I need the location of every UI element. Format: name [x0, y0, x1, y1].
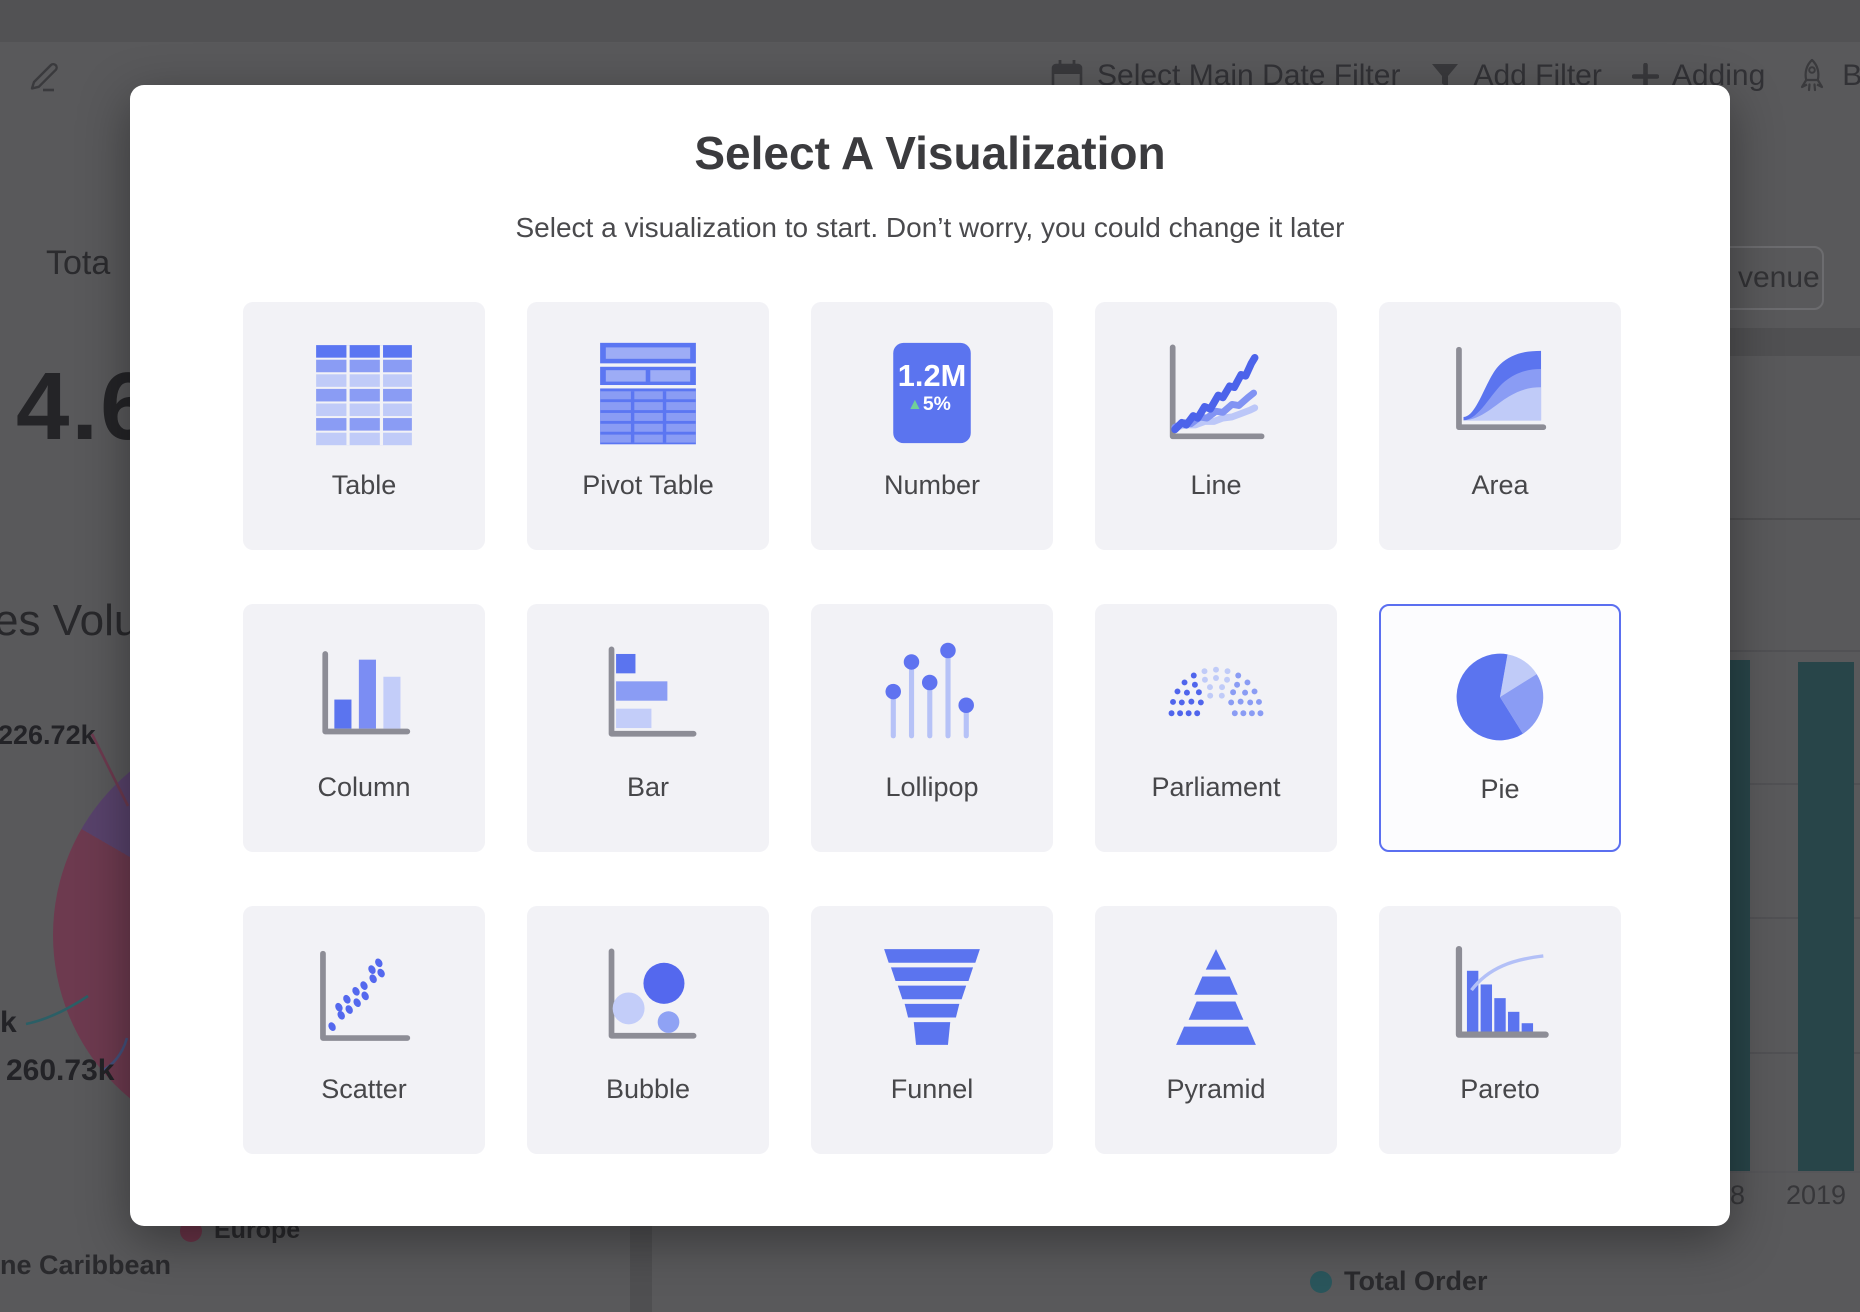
viz-tile-label: Column	[243, 772, 485, 803]
horizontal-rule-fragment	[1726, 518, 1860, 520]
funnel-chart-icon	[875, 940, 989, 1054]
viz-tile-pivot-table[interactable]: Pivot Table	[527, 302, 769, 550]
scatter-chart-icon	[307, 940, 421, 1054]
viz-tile-label: Bar	[527, 772, 769, 803]
modal-subtitle: Select a visualization to start. Don’t w…	[130, 212, 1730, 244]
revenue-button-label: venue	[1738, 261, 1820, 295]
pie-chart-icon	[1443, 640, 1557, 754]
bar-chart-axis-line	[1722, 1171, 1860, 1173]
viz-tile-funnel[interactable]: Funnel	[811, 906, 1053, 1154]
x-axis-label-2019: 2019	[1786, 1180, 1846, 1211]
x-axis-label-2018-fragment: 8	[1730, 1180, 1745, 1211]
number-icon-value: 1.2M	[898, 358, 966, 393]
parliament-chart-icon	[1159, 638, 1273, 752]
pie-slice-label-mid: k	[0, 1006, 17, 1040]
viz-tile-pareto[interactable]: Pareto	[1379, 906, 1621, 1154]
pie-slice-label-bottom: 260.73k	[6, 1054, 114, 1088]
viz-tile-label: Number	[811, 470, 1053, 501]
viz-tile-pyramid[interactable]: Pyramid	[1095, 906, 1337, 1154]
legend-item-total-order[interactable]: Total Order	[1310, 1266, 1488, 1297]
kpi-card-title-fragment: Tota	[46, 244, 110, 283]
viz-tile-area[interactable]: Area	[1379, 302, 1621, 550]
boost-button[interactable]: B	[1795, 57, 1860, 95]
pivot-table-icon	[591, 336, 705, 450]
edit-name-button[interactable]	[24, 50, 68, 94]
viz-tile-label: Line	[1095, 470, 1337, 501]
viz-tile-label: Pareto	[1379, 1074, 1621, 1105]
viz-tile-scatter[interactable]: Scatter	[243, 906, 485, 1154]
viz-tile-pie[interactable]: Pie	[1379, 604, 1621, 852]
viz-tile-label: Scatter	[243, 1074, 485, 1105]
viz-tile-bubble[interactable]: Bubble	[527, 906, 769, 1154]
viz-tile-parliament[interactable]: Parliament	[1095, 604, 1337, 852]
viz-tile-label: Lollipop	[811, 772, 1053, 803]
total-order-legend-dot	[1310, 1271, 1332, 1293]
sales-volume-title-fragment: es Volu	[0, 596, 138, 646]
bubble-chart-icon	[591, 940, 705, 1054]
visualization-grid: Table	[243, 302, 1621, 1154]
legend-item-caribbean: ne Caribbean	[0, 1250, 171, 1281]
bar-chart-icon	[591, 638, 705, 752]
viz-tile-label: Bubble	[527, 1074, 769, 1105]
rocket-icon	[1795, 57, 1829, 95]
viz-tile-label: Pivot Table	[527, 470, 769, 501]
viz-tile-label: Funnel	[811, 1074, 1053, 1105]
viz-tile-bar[interactable]: Bar	[527, 604, 769, 852]
pareto-chart-icon	[1443, 940, 1557, 1054]
number-icon: 1.2M 5%	[875, 336, 989, 450]
viz-tile-label: Pyramid	[1095, 1074, 1337, 1105]
viz-tile-line[interactable]: Line	[1095, 302, 1337, 550]
modal-title: Select A Visualization	[130, 126, 1730, 180]
viz-tile-label: Table	[243, 470, 485, 501]
pyramid-chart-icon	[1159, 940, 1273, 1054]
viz-tile-label: Area	[1379, 470, 1621, 501]
select-visualization-modal: Select A Visualization Select a visualiz…	[130, 85, 1730, 1226]
line-chart-icon	[1159, 336, 1273, 450]
column-chart-icon	[307, 638, 421, 752]
number-icon-delta: 5%	[923, 393, 951, 415]
boost-label: B	[1842, 59, 1860, 93]
pencil-icon	[24, 50, 68, 94]
viz-tile-column[interactable]: Column	[243, 604, 485, 852]
lollipop-chart-icon	[875, 638, 989, 752]
total-order-bar-2019	[1798, 662, 1854, 1171]
pie-leader-lines	[0, 700, 140, 1100]
total-order-legend-label: Total Order	[1344, 1266, 1488, 1297]
viz-tile-label: Parliament	[1095, 772, 1337, 803]
viz-tile-label: Pie	[1381, 774, 1619, 805]
bar-chart-gridline	[1722, 650, 1860, 652]
viz-tile-number[interactable]: 1.2M 5% Number	[811, 302, 1053, 550]
background-top-strip	[0, 0, 1860, 42]
viz-tile-lollipop[interactable]: Lollipop	[811, 604, 1053, 852]
panel-divider-scrollbar[interactable]	[630, 1226, 652, 1312]
table-icon	[307, 336, 421, 450]
viz-tile-table[interactable]: Table	[243, 302, 485, 550]
area-chart-icon	[1443, 336, 1557, 450]
table-header-band-fragment	[1726, 328, 1860, 356]
